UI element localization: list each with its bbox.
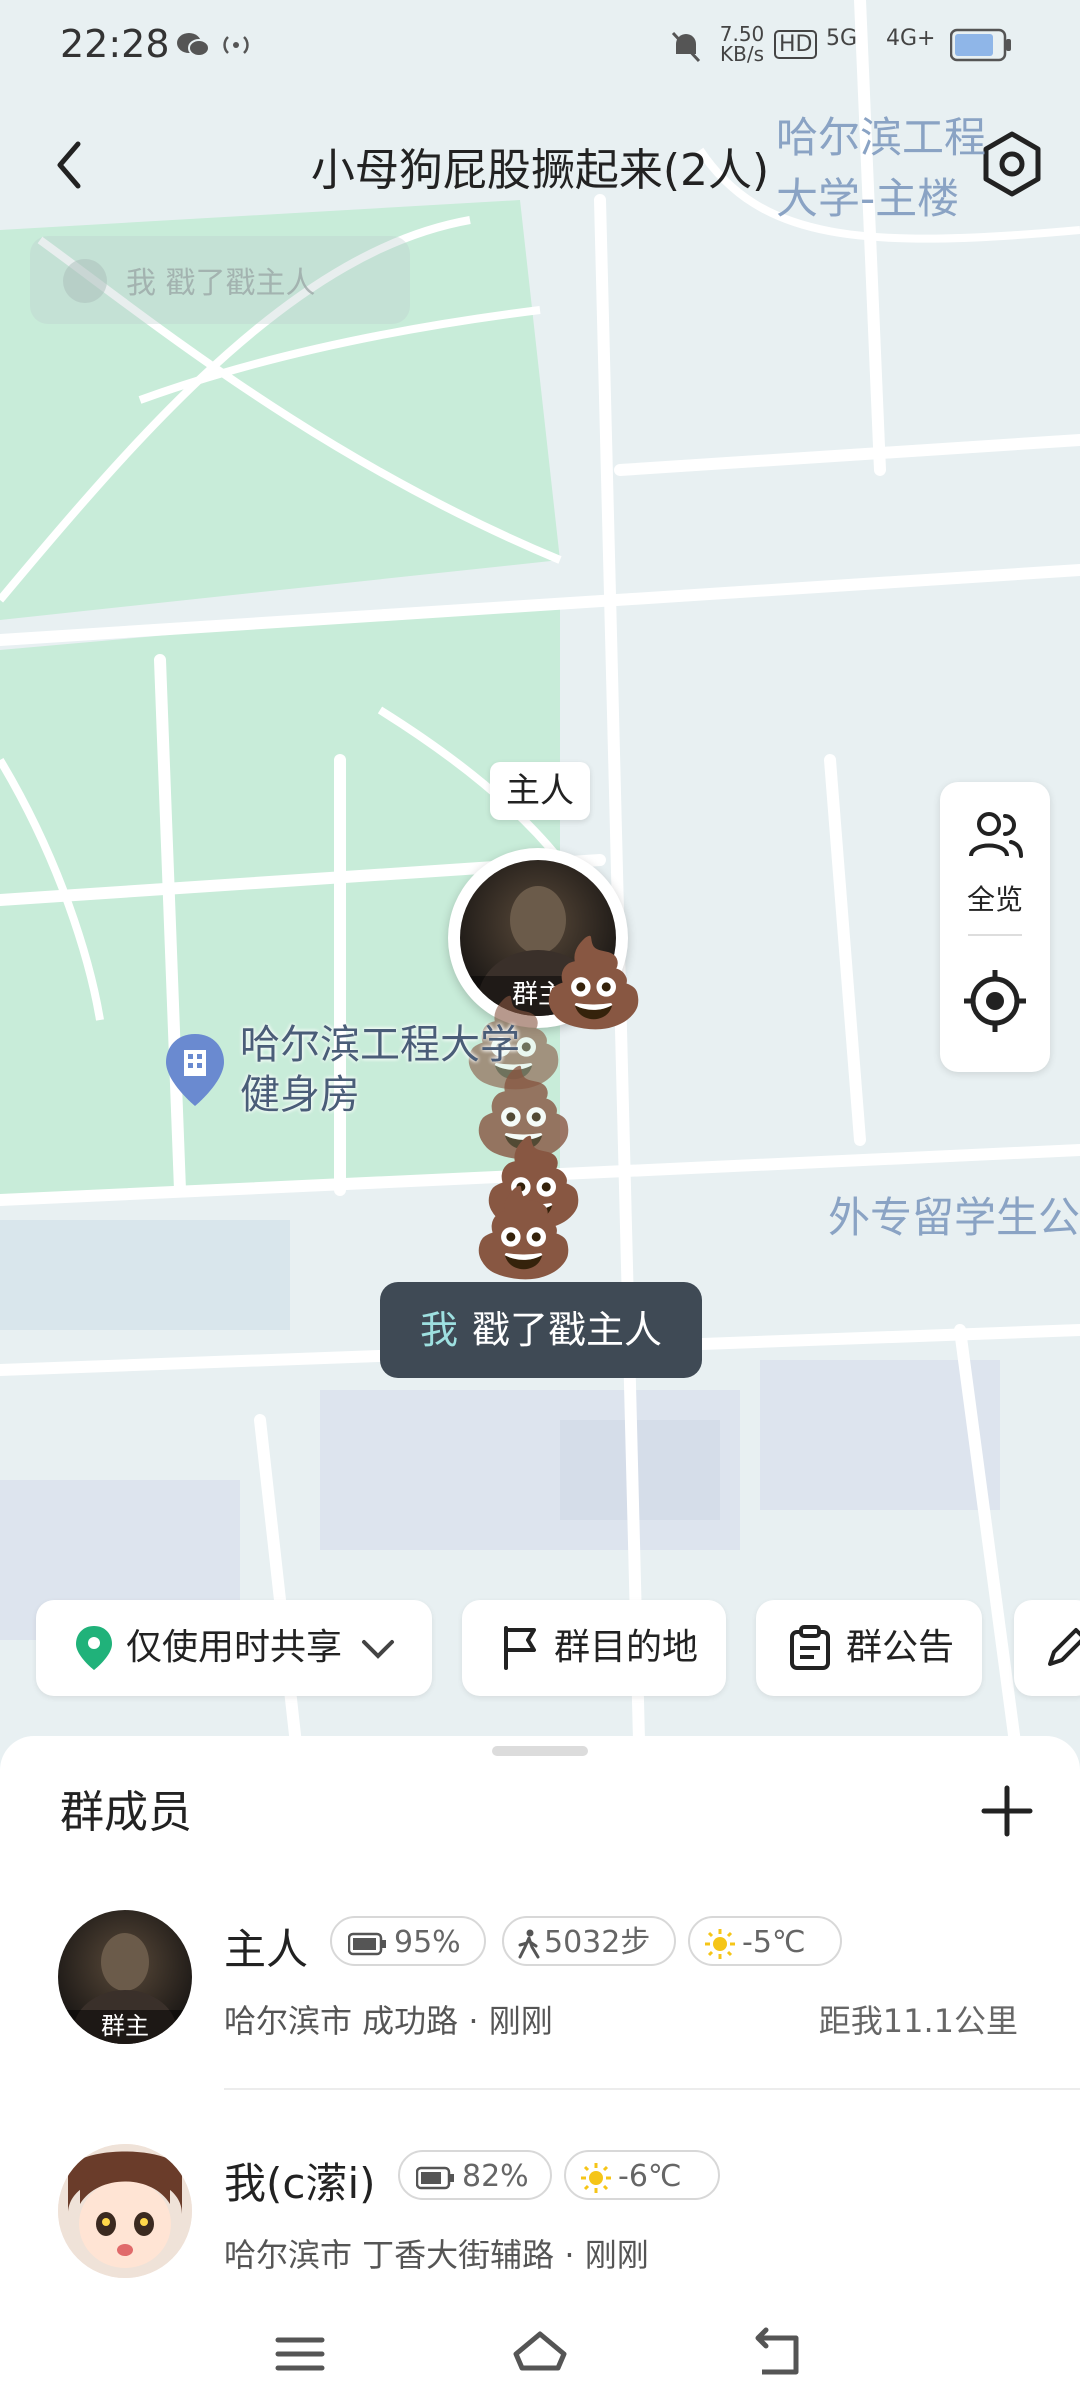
notice-button[interactable]: 群公告 <box>756 1600 982 1696</box>
map-side-panel: 全览 <box>940 782 1050 1072</box>
faded-notification-text: 我 戳了戳主人 <box>126 266 316 301</box>
marker-name-bubble: 主人 <box>490 762 590 820</box>
destination-button[interactable]: 群目的地 <box>462 1600 726 1696</box>
status-time: 22:28 <box>60 22 170 66</box>
poi-label: 哈尔滨工程大学 健身房 <box>240 1022 520 1118</box>
locate-button[interactable] <box>962 968 1028 1034</box>
overview-label: 全览 <box>966 883 1023 916</box>
status-bar: 22:28 7.50 KB/s HD 5G 4G+ <box>0 0 1080 100</box>
settings-icon <box>983 131 1041 197</box>
back-icon <box>755 2327 799 2375</box>
signal-4g: 4G+ <box>886 26 936 51</box>
home-button[interactable] <box>510 2324 570 2384</box>
avatar: 群主 <box>58 1910 192 2044</box>
toast-me: 我 <box>419 1308 458 1352</box>
battery-icon <box>348 1932 386 1955</box>
pencil-icon <box>1048 1628 1080 1666</box>
flag-icon <box>504 1626 536 1670</box>
destination-label: 群目的地 <box>554 1627 699 1668</box>
chevron-down-icon <box>362 1640 394 1659</box>
steps-badge: 5032步 <box>502 1916 676 1966</box>
hd-badge: HD <box>774 30 818 59</box>
member-name: 我(c潆i) <box>224 2159 376 2208</box>
building-pin-icon <box>166 1034 224 1106</box>
menu-button[interactable] <box>270 2324 330 2384</box>
notice-label: 群公告 <box>846 1627 955 1668</box>
net-speed: 7.50 KB/s <box>719 22 765 66</box>
member-address: 哈尔滨市 丁香大街辅路 · 刚刚 <box>224 2236 649 2274</box>
faded-notification: 我 戳了戳主人 <box>30 236 410 324</box>
member-address: 哈尔滨市 成功路 · 刚刚 <box>224 2002 553 2040</box>
poop-emoji: 💩 <box>470 1183 578 1283</box>
sheet-drag-handle[interactable] <box>492 1746 588 1756</box>
action-chips: 仅使用时共享 群目的地 群公告 <box>0 1600 1080 1696</box>
divider <box>224 2088 1080 2090</box>
system-nav-bar <box>0 2300 1080 2404</box>
hotspot-icon <box>218 30 254 67</box>
signal-5g: 5G <box>826 26 858 51</box>
sheet-title: 群成员 <box>60 1787 192 1838</box>
home-icon <box>513 2331 567 2371</box>
mute-icon <box>670 30 702 71</box>
toast-text: 戳了戳主人 <box>472 1308 663 1352</box>
member-name: 主人 <box>224 1925 309 1974</box>
overview-button[interactable] <box>940 806 1050 870</box>
plus-icon <box>981 1785 1033 1837</box>
weather-badge: -6℃ <box>564 2150 720 2200</box>
menu-icon <box>275 2337 325 2371</box>
map-label-main-building: 哈尔滨工程 大学-主楼 <box>776 113 987 223</box>
sun-icon <box>581 2162 611 2193</box>
sun-icon <box>705 1928 735 1959</box>
avatar <box>58 2144 192 2278</box>
member-row[interactable]: 群主 主人 95% 5032步 -5℃ 哈尔滨市 成功路 · 刚刚 距我11.1… <box>0 1910 1080 2080</box>
divider <box>968 934 1022 936</box>
settings-button[interactable] <box>976 128 1048 200</box>
owner-tag: 群主 <box>58 2010 192 2044</box>
battery-badge: 95% <box>330 1916 486 1966</box>
member-distance: 距我11.1公里 <box>818 2002 1018 2040</box>
walking-icon <box>518 1929 540 1958</box>
wechat-icon <box>176 30 210 67</box>
poke-toast: 我戳了戳主人 <box>380 1282 702 1378</box>
battery-icon <box>416 2166 454 2189</box>
share-mode-dropdown[interactable]: 仅使用时共享 <box>36 1600 432 1696</box>
battery-icon <box>949 28 1012 69</box>
edit-button[interactable] <box>1014 1600 1080 1696</box>
weather-badge: -5℃ <box>688 1916 842 1966</box>
add-member-button[interactable] <box>972 1776 1042 1846</box>
people-icon <box>969 812 1023 858</box>
locate-icon <box>964 970 1026 1032</box>
avatar-icon <box>63 259 107 303</box>
clipboard-icon <box>790 1625 830 1670</box>
back-nav-button[interactable] <box>750 2324 810 2384</box>
location-pin-icon <box>76 1626 112 1670</box>
battery-badge: 82% <box>398 2150 552 2200</box>
map-label-intl-students: 外专留学生公 <box>828 1193 1080 1242</box>
share-mode-label: 仅使用时共享 <box>126 1627 343 1668</box>
member-row[interactable]: 我(c潆i) 82% -6℃ 哈尔滨市 丁香大街辅路 · 刚刚 <box>0 2144 1080 2314</box>
